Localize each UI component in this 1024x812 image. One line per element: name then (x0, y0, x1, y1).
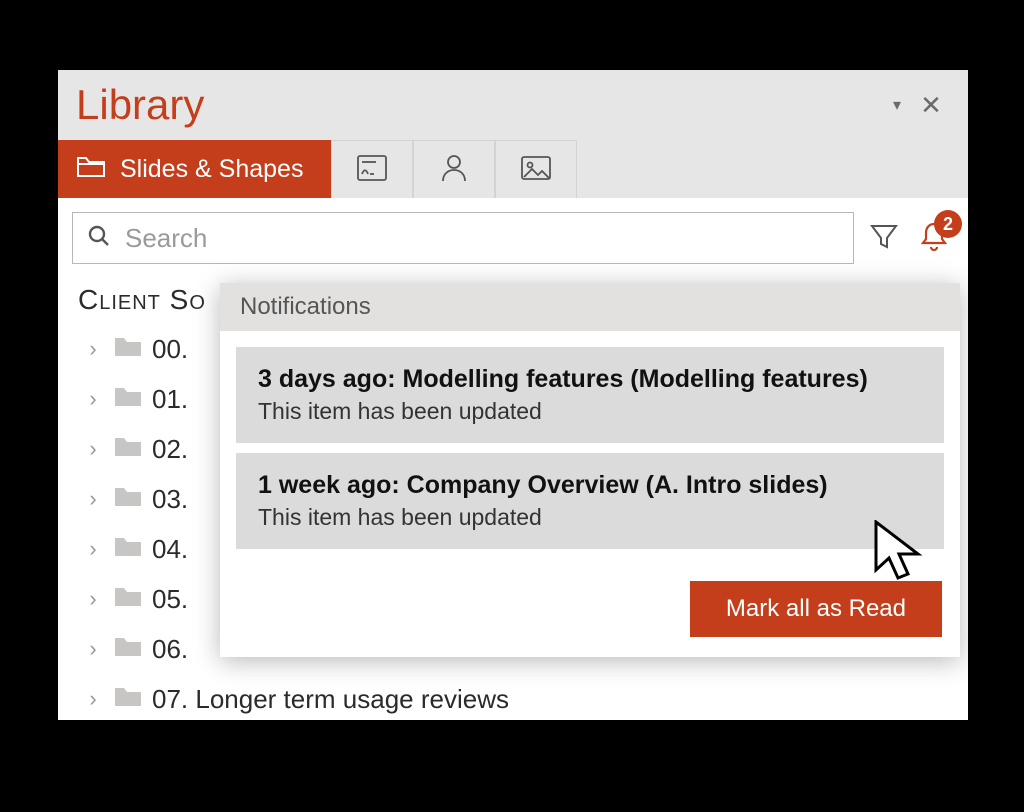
tab-signature[interactable] (331, 140, 413, 199)
tree-item-label: 06. (152, 634, 188, 665)
tab-images[interactable] (495, 140, 577, 199)
tab-people[interactable] (413, 140, 495, 199)
funnel-icon (868, 220, 900, 257)
notification-subtitle: This item has been updated (258, 398, 922, 425)
chevron-right-icon: › (82, 686, 104, 712)
popover-body: 3 days ago: Modelling features (Modellin… (220, 331, 960, 575)
chevron-right-icon: › (82, 536, 104, 562)
mark-all-read-button[interactable]: Mark all as Read (690, 581, 942, 637)
signature-icon (356, 154, 388, 187)
notification-title: 3 days ago: Modelling features (Modellin… (258, 365, 922, 394)
chevron-right-icon: › (82, 486, 104, 512)
tree-item-label: 02. (152, 434, 188, 465)
chevron-right-icon: › (82, 436, 104, 462)
notifications-button[interactable]: 2 (914, 218, 954, 258)
filter-button[interactable] (864, 218, 904, 258)
folder-icon (114, 634, 142, 665)
close-icon: ✕ (920, 90, 942, 121)
search-input[interactable] (123, 222, 839, 255)
panel-dropdown-button[interactable]: ▾ (880, 88, 914, 122)
chevron-right-icon: › (82, 586, 104, 612)
tree-item-label: 03. (152, 484, 188, 515)
search-icon (87, 224, 111, 253)
tab-main-label: Slides & Shapes (120, 155, 303, 184)
folder-icon (114, 584, 142, 615)
notification-item[interactable]: 3 days ago: Modelling features (Modellin… (236, 347, 944, 443)
folder-icon (114, 534, 142, 565)
popover-footer: Mark all as Read (220, 575, 960, 657)
tab-slides-shapes[interactable]: Slides & Shapes (58, 140, 331, 198)
notification-title: 1 week ago: Company Overview (A. Intro s… (258, 471, 922, 500)
tabs-row: Slides & Shapes (58, 140, 968, 199)
chevron-right-icon: › (82, 636, 104, 662)
folder-icon (114, 484, 142, 515)
notification-item[interactable]: 1 week ago: Company Overview (A. Intro s… (236, 453, 944, 549)
notification-badge: 2 (934, 210, 962, 238)
chevron-right-icon: › (82, 386, 104, 412)
popover-header: Notifications (220, 283, 960, 331)
chevron-down-icon: ▾ (893, 95, 901, 115)
notification-subtitle: This item has been updated (258, 504, 922, 531)
chevron-right-icon: › (82, 336, 104, 362)
folder-icon (114, 384, 142, 415)
panel-close-button[interactable]: ✕ (914, 88, 948, 122)
tree-item[interactable]: › 07. Longer term usage reviews (82, 674, 954, 724)
panel-title: Library (76, 81, 880, 129)
search-row: 2 (72, 210, 954, 266)
image-icon (520, 155, 552, 186)
panel-header: Library ▾ ✕ (58, 70, 968, 140)
person-icon (440, 153, 468, 188)
tree-item-label: 05. (152, 584, 188, 615)
tree-item-label: 04. (152, 534, 188, 565)
folder-open-icon (76, 154, 106, 185)
folder-icon (114, 434, 142, 465)
notifications-popover: Notifications 3 days ago: Modelling feat… (220, 283, 960, 657)
tree-item-label: 07. Longer term usage reviews (152, 684, 509, 715)
tree-item-label: 01. (152, 384, 188, 415)
tree-item-label: 00. (152, 334, 188, 365)
folder-icon (114, 334, 142, 365)
search-box[interactable] (72, 212, 854, 264)
folder-icon (114, 684, 142, 715)
